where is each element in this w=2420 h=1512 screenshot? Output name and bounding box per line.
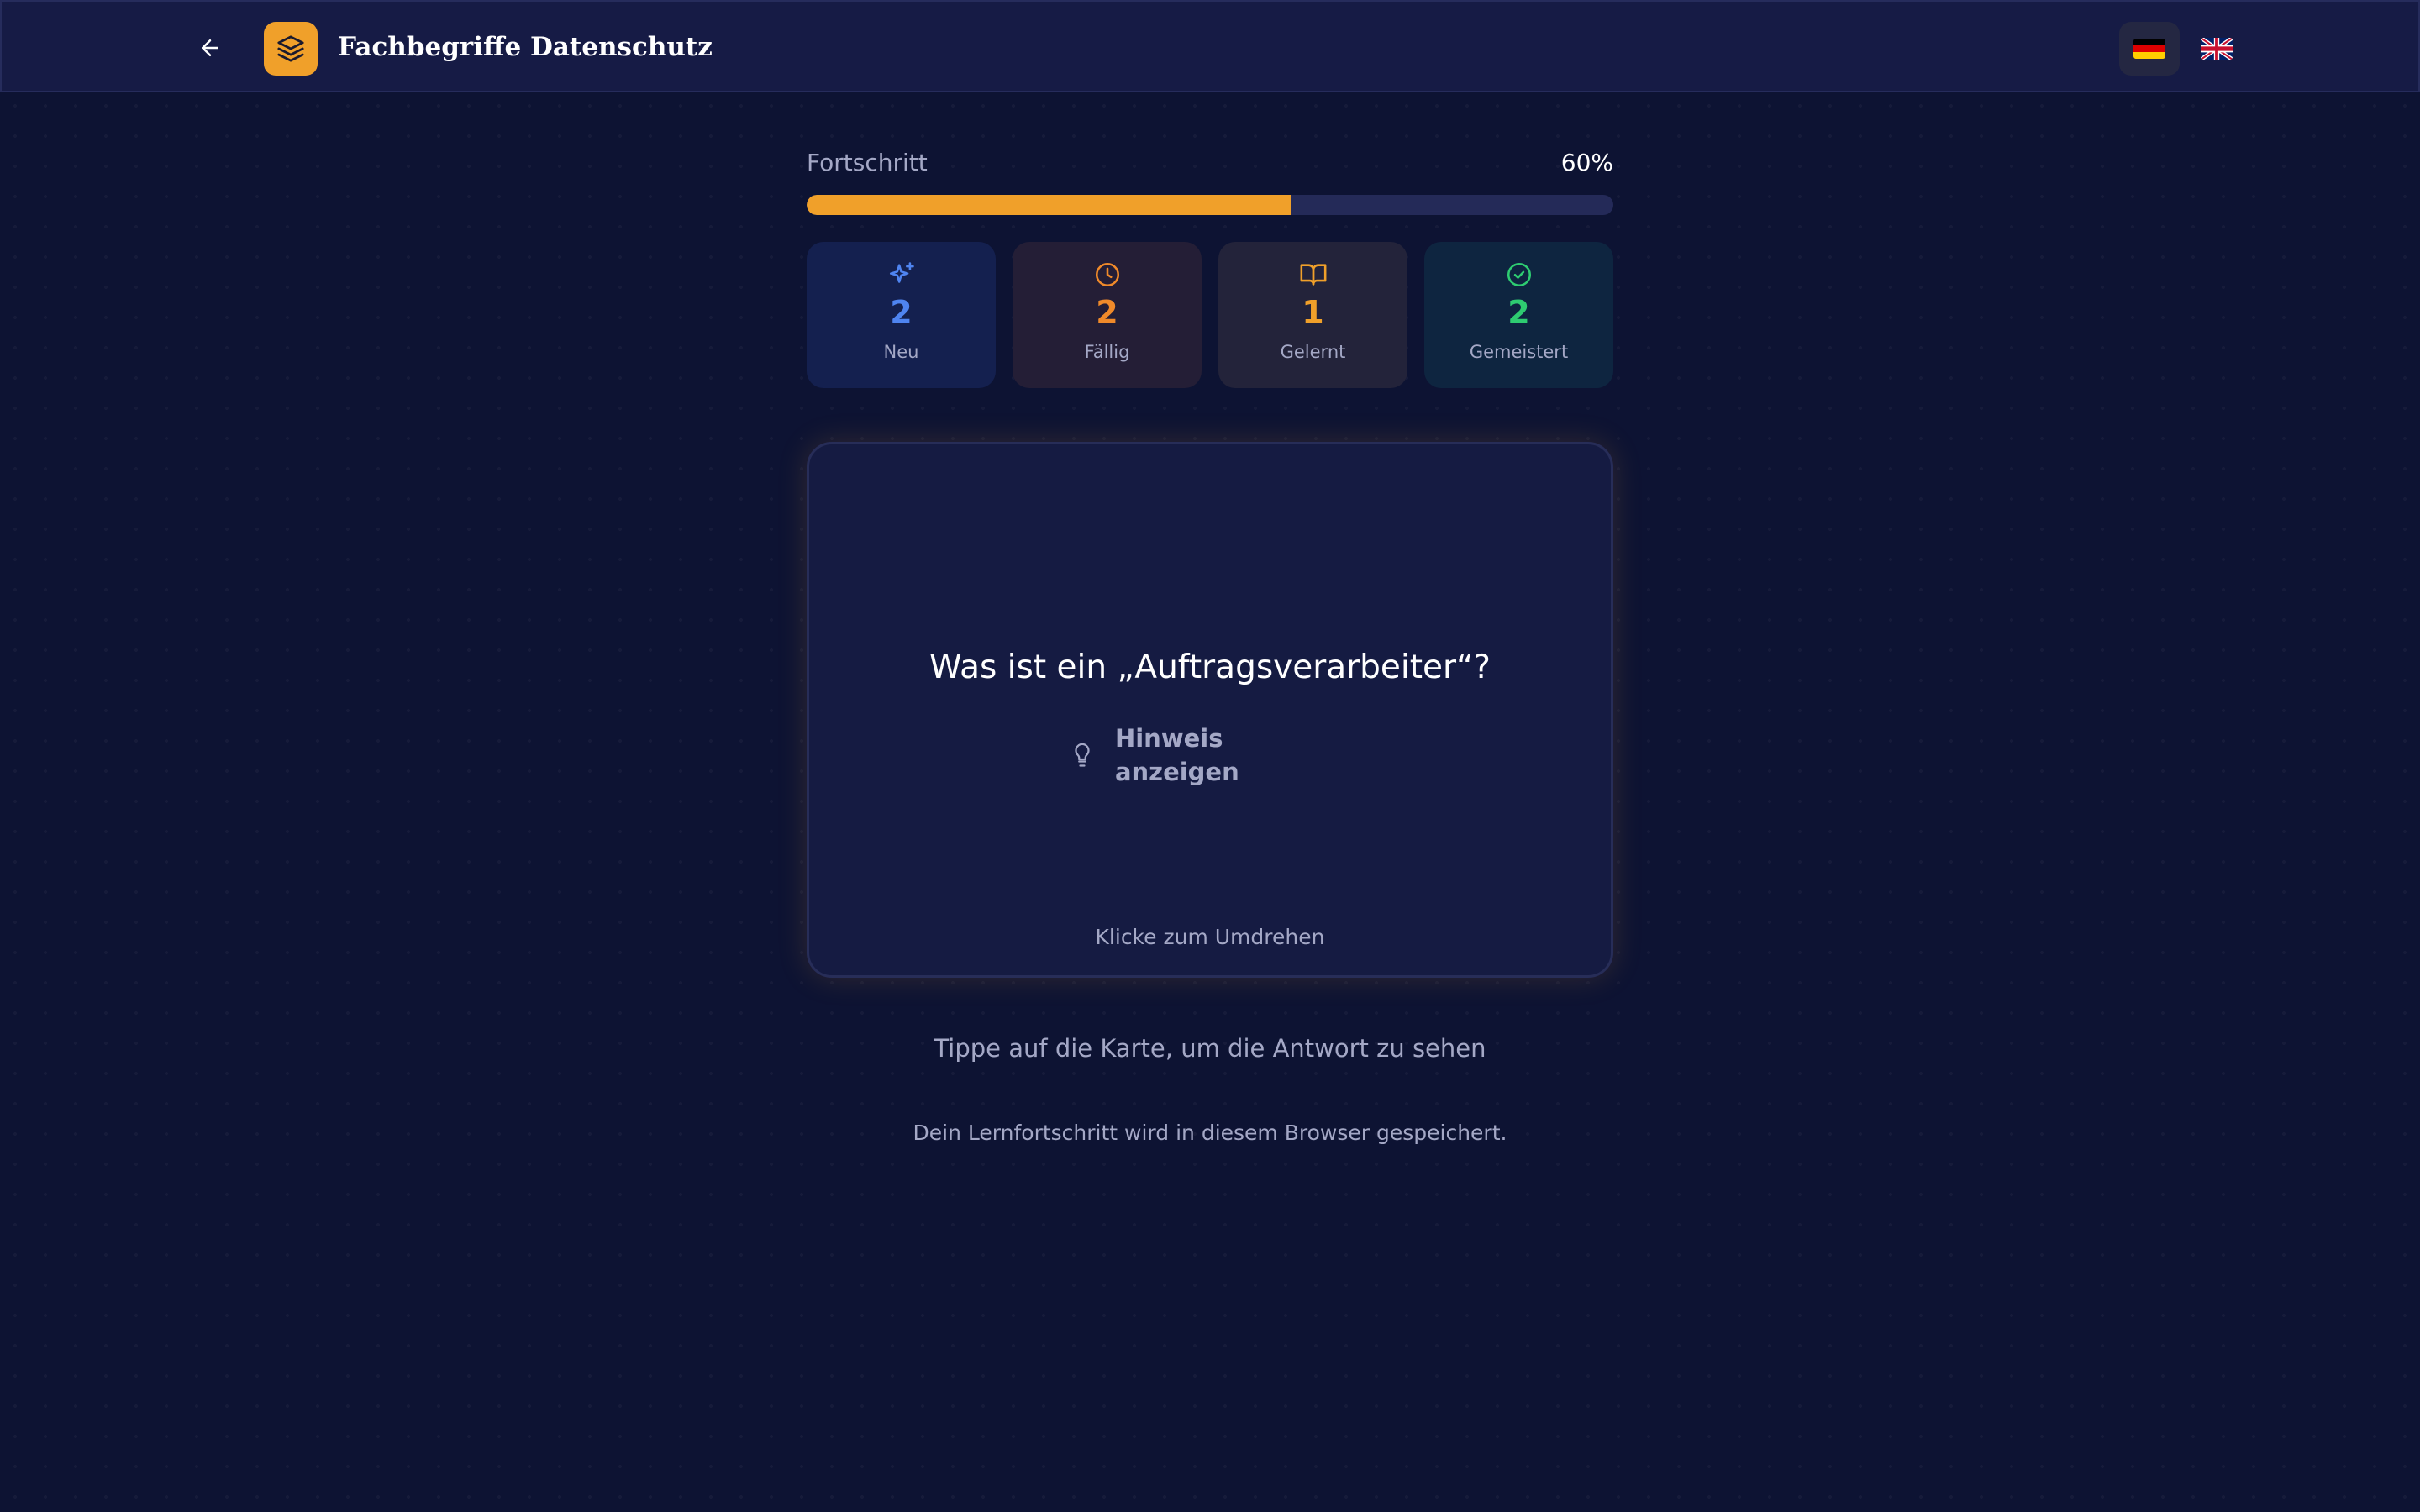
flag-gb-icon bbox=[2201, 38, 2233, 60]
stat-new-count: 2 bbox=[890, 294, 913, 331]
app-logo bbox=[264, 22, 318, 76]
language-en-button[interactable] bbox=[2186, 22, 2247, 76]
stats-row: 2 Neu 2 Fällig 1 Gelernt 2 Gemeistert bbox=[807, 242, 1613, 388]
stat-due-label: Fällig bbox=[1084, 342, 1130, 362]
layers-icon bbox=[277, 35, 304, 62]
stat-card-mastered: 2 Gemeistert bbox=[1424, 242, 1613, 388]
stat-mastered-label: Gemeistert bbox=[1469, 342, 1569, 362]
lightbulb-icon bbox=[1075, 743, 1090, 767]
book-open-icon bbox=[1300, 264, 1326, 286]
stat-learned-label: Gelernt bbox=[1280, 342, 1346, 362]
page-title: Fachbegriffe Datenschutz bbox=[338, 32, 713, 62]
sparkles-icon bbox=[889, 262, 914, 283]
stat-new-label: Neu bbox=[883, 342, 919, 362]
stat-mastered-count: 2 bbox=[1507, 294, 1530, 331]
progress-bar-fill bbox=[807, 195, 1291, 215]
stat-card-learned: 1 Gelernt bbox=[1218, 242, 1407, 388]
progress-label: Fortschritt bbox=[807, 149, 928, 176]
arrow-left-icon bbox=[202, 39, 218, 56]
stat-learned-count: 1 bbox=[1302, 294, 1324, 331]
stat-card-due: 2 Fällig bbox=[1013, 242, 1202, 388]
progress-bar bbox=[807, 195, 1613, 215]
top-bar: Fachbegriffe Datenschutz bbox=[0, 0, 2420, 92]
card-question: Was ist ein „Auftragsverarbeiter“? bbox=[929, 648, 1491, 686]
flip-hint-text: Klicke zum Umdrehen bbox=[1095, 925, 1325, 949]
language-de-button[interactable] bbox=[2119, 22, 2180, 76]
clock-icon bbox=[1095, 262, 1119, 287]
stat-due-count: 2 bbox=[1096, 294, 1118, 331]
show-hint-label: Hinweis anzeigen bbox=[1114, 724, 1239, 786]
flag-de-icon bbox=[2133, 39, 2165, 59]
flashcard[interactable]: Was ist ein „Auftragsverarbeiter“? Hinwe… bbox=[807, 442, 1613, 978]
tap-instruction-text: Tippe auf die Karte, um die Antwort zu s… bbox=[934, 1034, 1486, 1063]
stat-card-new: 2 Neu bbox=[807, 242, 996, 388]
show-hint-button[interactable]: Hinweis anzeigen bbox=[1070, 724, 1355, 786]
storage-note: Dein Lernfortschritt wird in diesem Brow… bbox=[913, 1121, 1507, 1145]
back-button[interactable] bbox=[188, 30, 232, 66]
progress-percentage: 60% bbox=[1560, 149, 1613, 176]
check-circle-icon bbox=[1507, 262, 1531, 287]
